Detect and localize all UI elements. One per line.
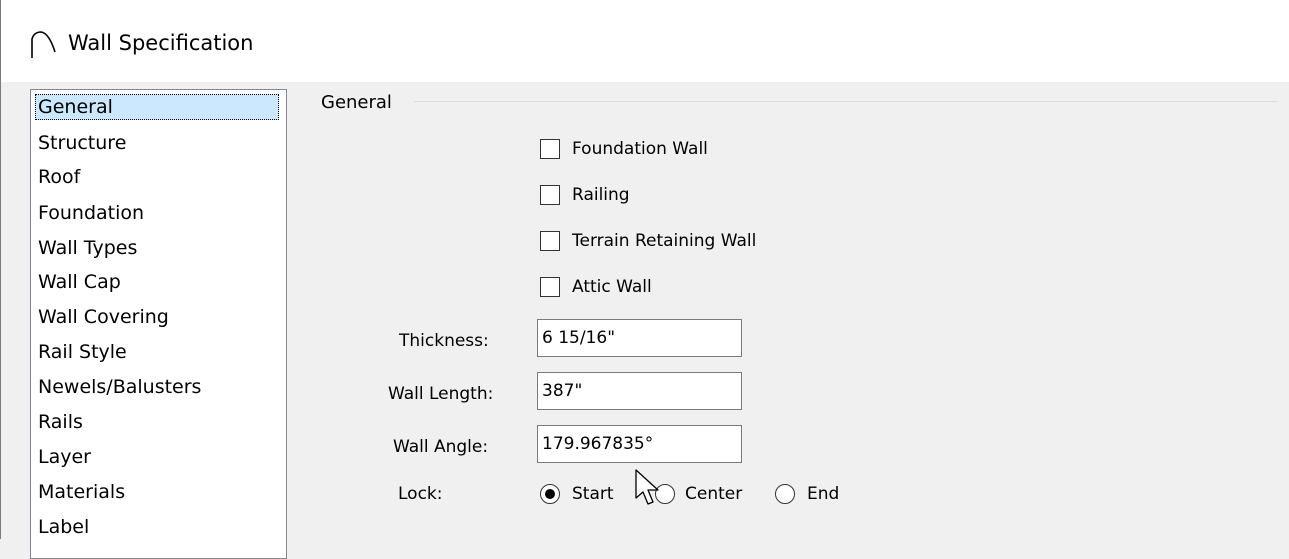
sidebar-item-wall-cap[interactable]: Wall Cap: [35, 269, 125, 295]
title-bar: Wall Specification: [1, 0, 1289, 82]
lock-start-radio[interactable]: [540, 484, 560, 504]
checkbox-label: Railing: [572, 185, 630, 205]
hand-pointer-cursor-icon: [635, 469, 659, 505]
lock-start-label[interactable]: Start: [572, 483, 614, 505]
sidebar-item-layer[interactable]: Layer: [35, 444, 95, 470]
sidebar-item-wall-covering[interactable]: Wall Covering: [35, 304, 173, 330]
wall-specification-dialog: Wall Specification General Structure Roo…: [0, 0, 1289, 559]
sidebar-item-rail-style[interactable]: Rail Style: [35, 339, 131, 365]
sidebar-item-general[interactable]: General: [35, 94, 279, 120]
checkbox-label: Attic Wall: [572, 277, 652, 297]
checkbox-box[interactable]: [540, 139, 560, 159]
lock-center-label[interactable]: Center: [685, 483, 742, 505]
wall-angle-field[interactable]: 179.967835°: [537, 425, 742, 463]
wall-angle-label: Wall Angle:: [393, 437, 489, 457]
thickness-label: Thickness:: [399, 331, 489, 351]
sidebar-item-rails[interactable]: Rails: [35, 409, 87, 435]
group-divider: [414, 101, 1277, 102]
checkbox-box[interactable]: [540, 185, 560, 205]
lock-end-label[interactable]: End: [807, 483, 839, 505]
lock-end-radio[interactable]: [775, 484, 795, 504]
sidebar-item-newels-balusters[interactable]: Newels/Balusters: [35, 374, 205, 400]
checkbox-label: Foundation Wall: [572, 139, 708, 159]
checkbox-box[interactable]: [540, 277, 560, 297]
checkbox-box[interactable]: [540, 231, 560, 251]
wall-arc-icon: [31, 31, 56, 58]
category-list[interactable]: General Structure Roof Foundation Wall T…: [30, 89, 287, 559]
sidebar-item-structure[interactable]: Structure: [35, 130, 130, 156]
sidebar-item-label[interactable]: Label: [35, 514, 93, 540]
wall-length-label: Wall Length:: [388, 384, 494, 404]
sidebar-item-materials[interactable]: Materials: [35, 479, 129, 505]
sidebar-item-foundation[interactable]: Foundation: [35, 200, 148, 226]
thickness-field[interactable]: 6 15/16": [537, 319, 742, 357]
checkbox-label: Terrain Retaining Wall: [572, 231, 757, 251]
lock-label: Lock:: [398, 484, 443, 504]
sidebar-item-roof[interactable]: Roof: [35, 164, 84, 190]
general-group-label: General: [321, 92, 392, 113]
wall-length-field[interactable]: 387": [537, 372, 742, 410]
window-title: Wall Specification: [68, 31, 254, 55]
sidebar-item-wall-types[interactable]: Wall Types: [35, 235, 141, 261]
